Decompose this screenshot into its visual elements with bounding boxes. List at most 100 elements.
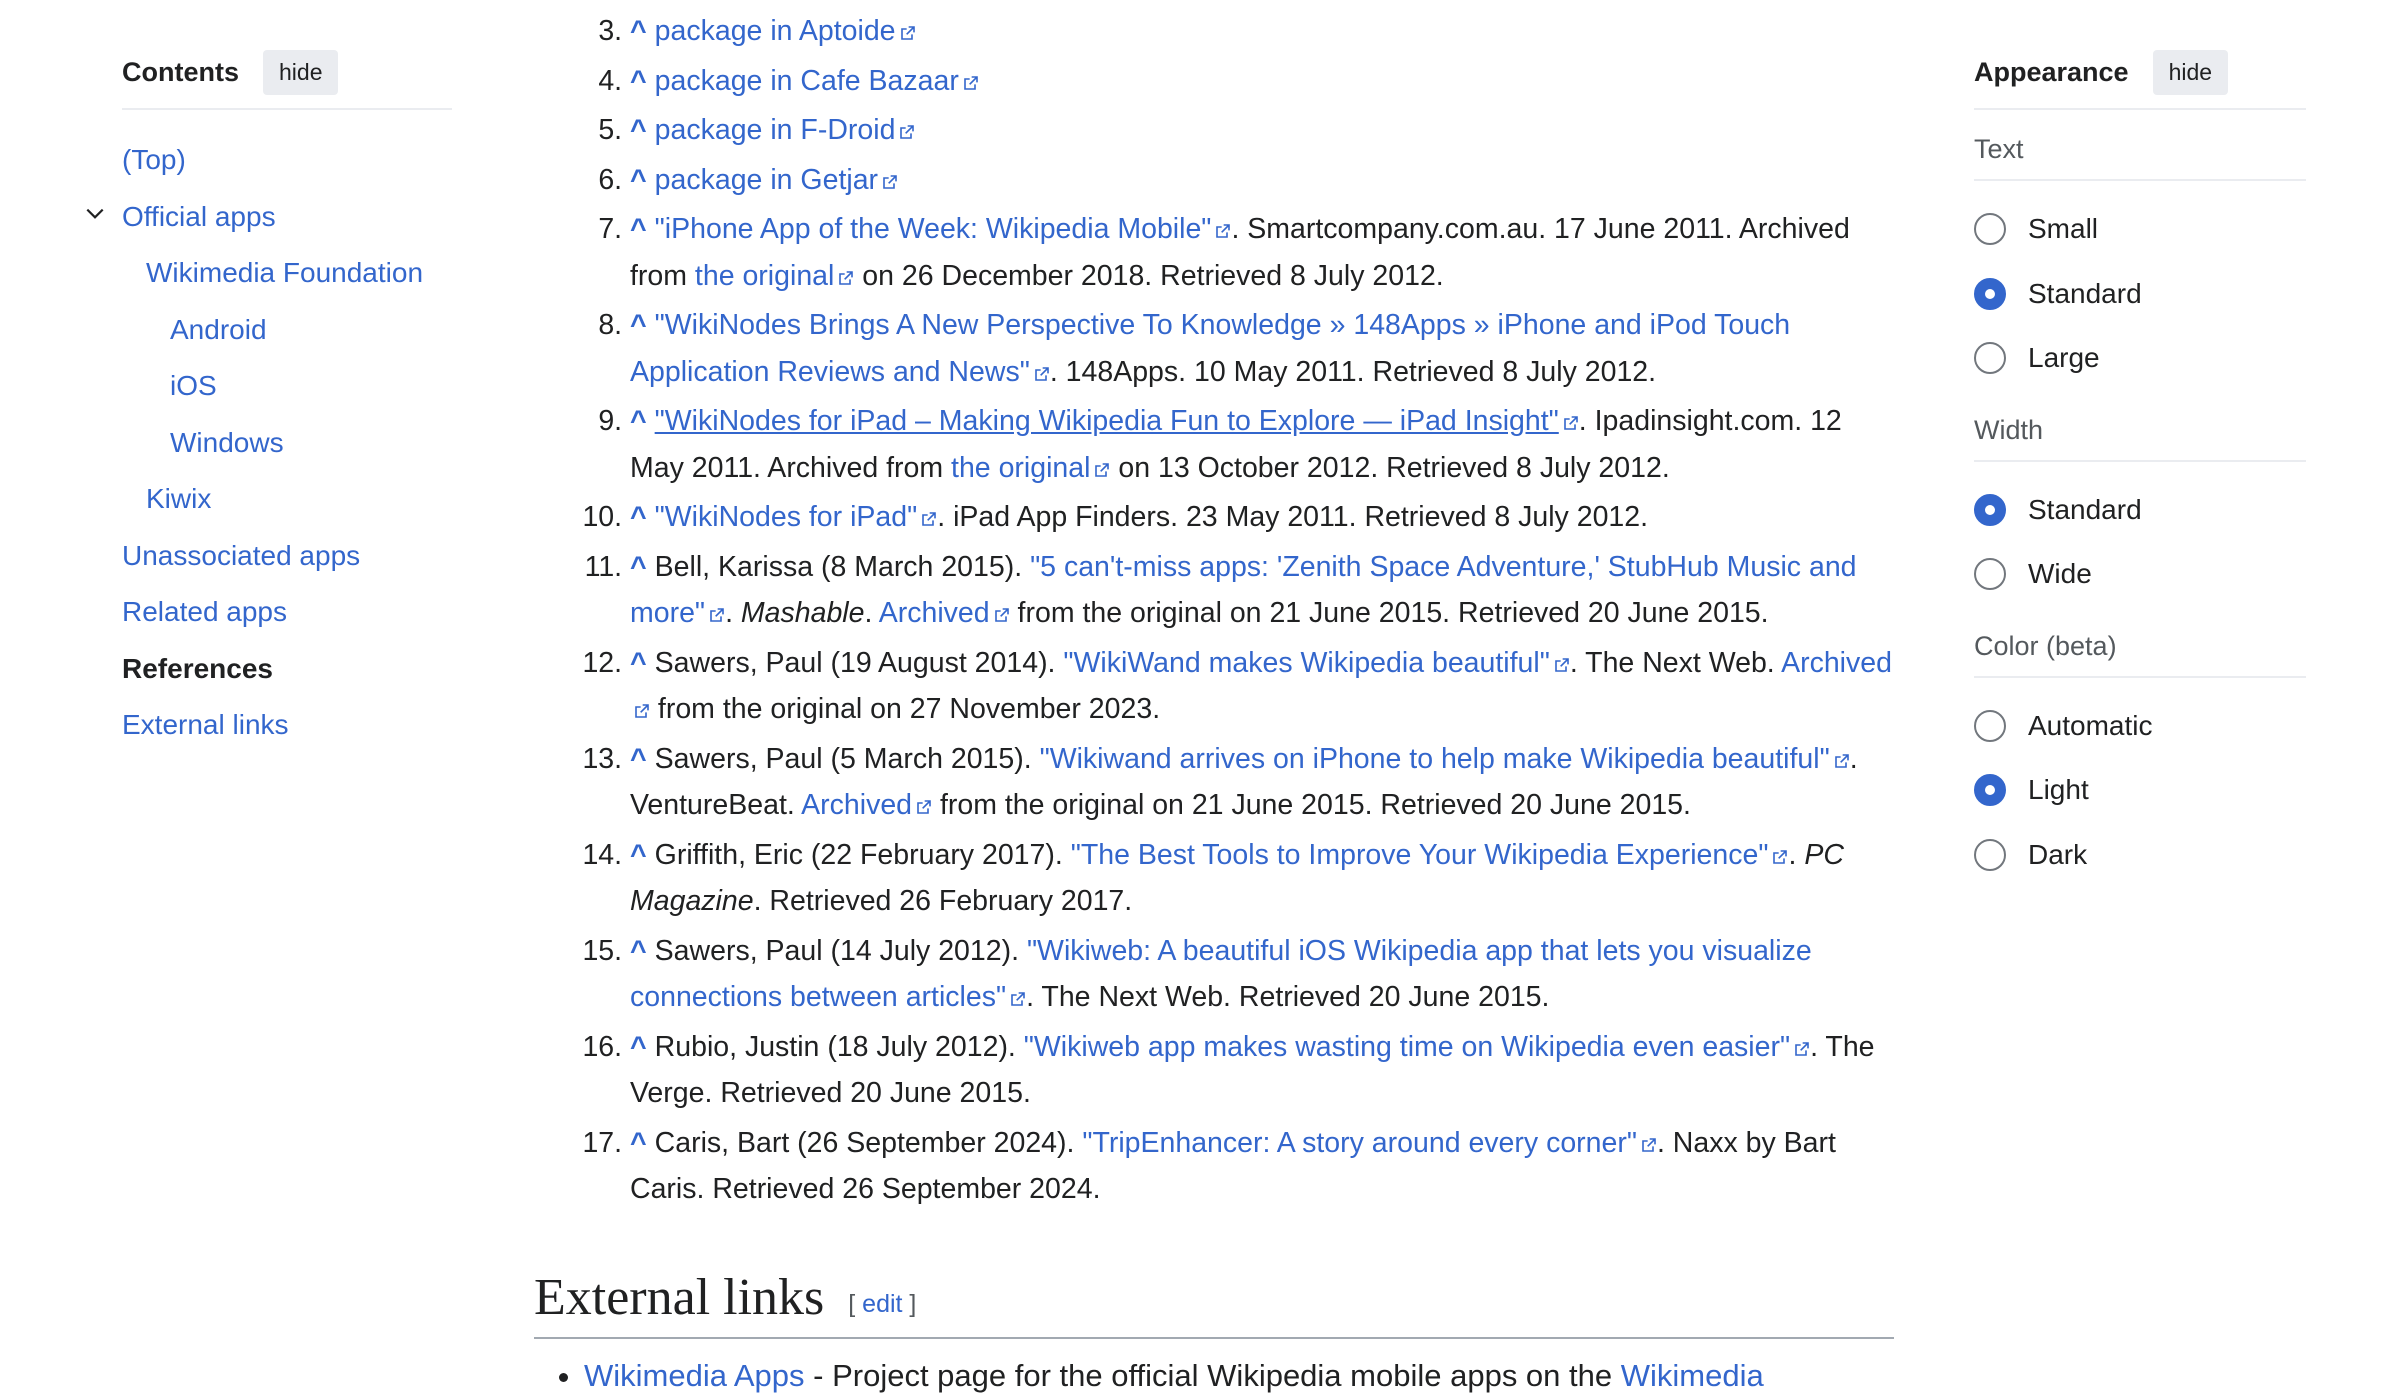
toc-item-external-links[interactable]: External links — [122, 697, 452, 754]
backlink-caret[interactable]: ^ — [630, 65, 647, 97]
reference-title-link[interactable]: "Wikiwand arrives on iPhone to help make… — [1040, 743, 1850, 775]
toc-link-references[interactable]: References — [122, 653, 273, 684]
toc-item-android[interactable]: Android — [122, 302, 452, 359]
radio-width-wide[interactable]: Wide — [1974, 542, 2306, 607]
toc-link-top[interactable]: (Top) — [122, 144, 186, 175]
toc-hide-button[interactable]: hide — [263, 49, 339, 95]
width-label: Width — [1974, 415, 2306, 462]
reference-title-link[interactable]: "The Best Tools to Improve Your Wikipedi… — [1071, 839, 1789, 871]
width-options: Standard Wide — [1974, 478, 2306, 607]
radio-text-standard[interactable]: Standard — [1974, 262, 2306, 327]
chevron-down-icon[interactable] — [84, 203, 106, 225]
reference-text: . The Next Web. Retrieved 20 June 2015. — [1026, 981, 1550, 1013]
toc-link-android[interactable]: Android — [170, 314, 267, 345]
appearance-hide-button[interactable]: hide — [2152, 49, 2229, 95]
toc-item-official-apps[interactable]: Official apps — [86, 189, 452, 246]
backlink-caret[interactable]: ^ — [630, 405, 647, 437]
radio-button[interactable] — [1974, 493, 2006, 526]
radio-button[interactable] — [1974, 838, 2006, 871]
archive-link[interactable]: Archived — [801, 789, 932, 821]
radio-label: Wide — [2028, 558, 2092, 590]
toc-link-official-apps[interactable]: Official apps — [122, 201, 276, 232]
archive-link[interactable]: Archived — [879, 597, 1010, 629]
backlink-caret[interactable]: ^ — [630, 501, 647, 533]
radio-button[interactable] — [1974, 774, 2006, 807]
toc-link-external-links[interactable]: External links — [122, 709, 289, 740]
color-label: Color (beta) — [1974, 631, 2306, 678]
external-link[interactable]: Wikimedia — [1621, 1358, 1764, 1393]
reference-item: ^Bell, Karissa (8 March 2015). "5 can't-… — [630, 544, 1894, 637]
reference-title-link[interactable]: "iPhone App of the Week: Wikipedia Mobil… — [655, 213, 1232, 245]
toc-item-top[interactable]: (Top) — [122, 132, 452, 189]
backlink-caret[interactable]: ^ — [630, 839, 647, 871]
toc-link-unassociated-apps[interactable]: Unassociated apps — [122, 540, 360, 571]
backlink-caret[interactable]: ^ — [630, 164, 647, 196]
radio-color-light[interactable]: Light — [1974, 758, 2306, 823]
archive-link[interactable]: the original — [951, 452, 1110, 484]
reference-text: from the original on 27 November 2023. — [650, 693, 1161, 725]
reference-text: . iPad App Finders. 23 May 2011. Retriev… — [937, 501, 1649, 533]
radio-color-automatic[interactable]: Automatic — [1974, 694, 2306, 759]
reference-text: on 13 October 2012. Retrieved 8 July 201… — [1110, 451, 1670, 484]
edit-bracket-open: [ — [848, 1290, 863, 1318]
reference-item: ^Rubio, Justin (18 July 2012). "Wikiweb … — [630, 1024, 1894, 1117]
radio-width-standard[interactable]: Standard — [1974, 478, 2306, 543]
backlink-caret[interactable]: ^ — [630, 1127, 647, 1159]
radio-label: Large — [2028, 342, 2100, 374]
radio-button[interactable] — [1974, 342, 2006, 375]
edit-link[interactable]: edit — [862, 1290, 902, 1318]
reference-item: ^"WikiNodes Brings A New Perspective To … — [630, 302, 1894, 395]
backlink-caret[interactable]: ^ — [630, 551, 647, 583]
backlink-caret[interactable]: ^ — [630, 1031, 647, 1063]
toc-link-related-apps[interactable]: Related apps — [122, 596, 287, 627]
reference-link[interactable]: package in F-Droid — [655, 114, 916, 146]
external-link[interactable]: Wikimedia Apps — [584, 1358, 805, 1393]
radio-button[interactable] — [1974, 709, 2006, 742]
backlink-caret[interactable]: ^ — [630, 309, 647, 341]
toc-item-windows[interactable]: Windows — [122, 415, 452, 472]
reference-text: . — [725, 597, 741, 629]
backlink-caret[interactable]: ^ — [630, 114, 647, 146]
toc-link-windows[interactable]: Windows — [170, 427, 284, 458]
reference-item: ^"WikiNodes for iPad". iPad App Finders.… — [630, 494, 1894, 541]
backlink-caret[interactable]: ^ — [630, 743, 647, 775]
radio-button[interactable] — [1974, 213, 2006, 246]
text-size-label: Text — [1974, 134, 2306, 181]
reference-title-link[interactable]: "TripEnhancer: A story around every corn… — [1082, 1127, 1657, 1159]
radio-button[interactable] — [1974, 558, 2006, 591]
reference-title-link[interactable]: "WikiNodes for iPad" — [655, 501, 938, 533]
toc-link-wikimedia-foundation[interactable]: Wikimedia Foundation — [146, 257, 423, 288]
appearance-header: Appearance hide — [1974, 48, 2306, 110]
reference-text: . Retrieved 26 February 2017. — [753, 885, 1133, 917]
reference-link[interactable]: package in Aptoide — [655, 15, 916, 47]
toc-item-unassociated-apps[interactable]: Unassociated apps — [122, 528, 452, 585]
reference-link[interactable]: package in Getjar — [655, 164, 898, 196]
radio-label: Small — [2028, 213, 2099, 245]
reference-title-link[interactable]: "WikiWand makes Wikipedia beautiful" — [1063, 647, 1569, 679]
backlink-caret[interactable]: ^ — [630, 935, 647, 967]
reference-item: ^Sawers, Paul (5 March 2015). "Wikiwand … — [630, 736, 1894, 829]
radio-label: Dark — [2028, 838, 2088, 870]
reference-title-link[interactable]: "WikiNodes for iPad – Making Wikipedia F… — [655, 405, 1579, 437]
toc-item-ios[interactable]: iOS — [122, 358, 452, 415]
radio-button[interactable] — [1974, 277, 2006, 310]
toc-item-kiwix[interactable]: Kiwix — [122, 471, 452, 528]
toc-link-kiwix[interactable]: Kiwix — [146, 483, 211, 514]
backlink-caret[interactable]: ^ — [630, 647, 647, 679]
reference-title-link[interactable]: "Wikiweb app makes wasting time on Wikip… — [1024, 1031, 1810, 1063]
toc-item-references[interactable]: References — [122, 641, 452, 698]
radio-label: Light — [2028, 774, 2089, 806]
toc-item-related-apps[interactable]: Related apps — [122, 584, 452, 641]
color-options: Automatic Light Dark — [1974, 694, 2306, 888]
reference-author: Sawers, Paul (14 July 2012). — [654, 934, 1027, 967]
archive-link[interactable]: the original — [695, 260, 854, 292]
toc-item-wikimedia-foundation[interactable]: Wikimedia Foundation — [122, 245, 452, 302]
radio-text-small[interactable]: Small — [1974, 197, 2306, 262]
toc-link-ios[interactable]: iOS — [170, 370, 217, 401]
backlink-caret[interactable]: ^ — [630, 213, 647, 245]
radio-color-dark[interactable]: Dark — [1974, 823, 2306, 888]
reference-item: ^"WikiNodes for iPad – Making Wikipedia … — [630, 398, 1894, 491]
reference-link[interactable]: package in Cafe Bazaar — [655, 65, 979, 97]
backlink-caret[interactable]: ^ — [630, 15, 647, 47]
radio-text-large[interactable]: Large — [1974, 326, 2306, 391]
